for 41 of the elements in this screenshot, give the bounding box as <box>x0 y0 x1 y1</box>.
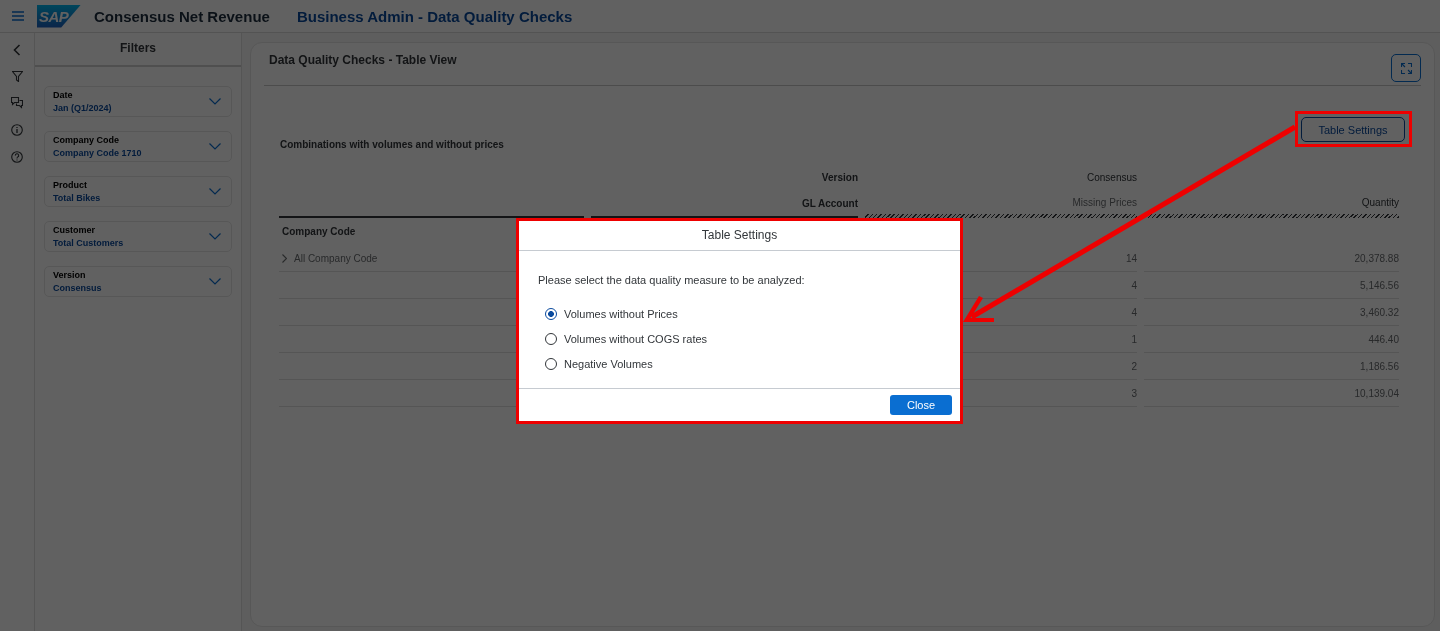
app-title: Consensus Net Revenue <box>94 7 270 25</box>
dialog-title: Table Settings <box>519 221 960 251</box>
card-title: Data Quality Checks - Table View <box>269 53 457 67</box>
filter-dropdown[interactable]: Version Consensus <box>44 266 232 297</box>
table-cell: 20,378.88 <box>1144 245 1399 272</box>
table-cell: 446.40 <box>1144 326 1399 353</box>
table-cell: 1,186.56 <box>1144 353 1399 380</box>
filter-icon[interactable] <box>11 71 23 82</box>
info-icon[interactable] <box>11 124 23 136</box>
filters-title: Filters <box>35 33 241 67</box>
filter-dropdown[interactable]: Product Total Bikes <box>44 176 232 207</box>
chevron-down-icon <box>209 278 221 285</box>
filter-dropdown[interactable]: Company Code Company Code 1710 <box>44 131 232 162</box>
table-cell: 10,139.04 <box>1144 380 1399 407</box>
comments-icon[interactable] <box>11 97 23 109</box>
column-header: GL Account <box>591 191 858 218</box>
column-header: Missing Prices <box>865 191 1137 218</box>
dialog-prompt: Please select the data quality measure to be analyzed: <box>538 274 806 286</box>
filter-dropdown[interactable]: Date Jan (Q1/2024) <box>44 86 232 117</box>
chevron-down-icon <box>209 188 221 195</box>
help-icon[interactable] <box>11 151 23 163</box>
column-header: Consensus <box>1085 171 1137 185</box>
close-button[interactable]: Close <box>890 395 952 415</box>
table-cell: 3,460.32 <box>1144 299 1399 326</box>
fullscreen-icon <box>1400 62 1412 74</box>
table-cell: 5,146.56 <box>1144 272 1399 299</box>
chevron-down-icon <box>209 233 221 240</box>
chevron-down-icon <box>209 143 221 150</box>
menu-icon[interactable] <box>12 11 24 21</box>
column-header: Version <box>820 171 858 185</box>
radio-button[interactable] <box>545 307 557 320</box>
column-header: Quantity <box>1144 191 1399 218</box>
filter-dropdown[interactable]: Customer Total Customers <box>44 221 232 252</box>
page-title: Business Admin - Data Quality Checks <box>296 7 573 25</box>
chevron-down-icon <box>209 98 221 105</box>
table-settings-button[interactable]: Table Settings <box>1301 117 1405 142</box>
logo: SAP <box>37 4 81 28</box>
row-header: Company Code <box>281 225 357 239</box>
fullscreen-button[interactable] <box>1391 54 1421 82</box>
table-subtitle: Combinations with volumes and without prices <box>280 139 505 150</box>
back-icon[interactable] <box>13 44 21 56</box>
